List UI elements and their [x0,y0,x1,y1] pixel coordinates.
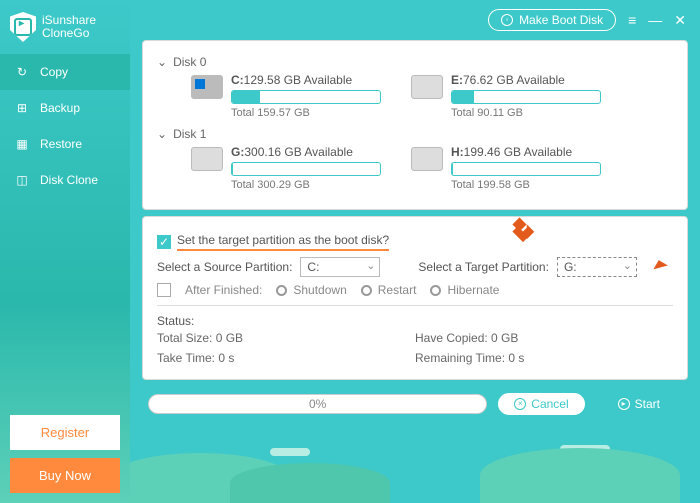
sidebar: iSunshare CloneGo ↻ Copy ⊞ Backup ▦ Rest… [0,0,130,503]
title-bar: ◦ Make Boot Disk ≡ — ✕ [130,0,700,40]
radio-hibernate[interactable]: Hibernate [430,283,499,297]
drive-icon [411,147,443,171]
close-icon[interactable]: ✕ [674,12,686,29]
make-boot-disk-button[interactable]: ◦ Make Boot Disk [488,9,616,31]
drive-icon [411,75,443,99]
radio-shutdown[interactable]: Shutdown [276,283,346,297]
partition-g[interactable]: G:300.16 GB Available Total 300.29 GB [191,145,381,191]
total-size: Total Size: 0 GB [157,328,415,348]
scenery [130,443,700,503]
nav-copy[interactable]: ↻ Copy [0,54,130,90]
disk0-header[interactable]: ⌄ Disk 0 [157,55,673,69]
nav-backup[interactable]: ⊞ Backup [0,90,130,126]
refresh-icon: ↻ [14,64,30,80]
source-label: Select a Source Partition: [157,260,292,274]
chevron-down-icon: ⌄ [157,127,167,141]
plus-box-icon: ⊞ [14,100,30,116]
status-label: Status: [157,314,673,328]
partition-h[interactable]: H:199.46 GB Available Total 199.58 GB [411,145,601,191]
nav-restore[interactable]: ▦ Restore [0,126,130,162]
after-finished-checkbox[interactable] [157,283,171,297]
restore-icon: ▦ [14,136,30,152]
chevron-down-icon: ⌄ [157,55,167,69]
nav-diskclone[interactable]: ◫ Disk Clone [0,162,130,198]
source-partition-select[interactable]: C: [300,257,380,277]
target-label: Select a Target Partition: [418,260,549,274]
menu-icon[interactable]: ≡ [628,12,636,28]
shield-icon [10,12,36,42]
config-panel: ✓ Set the target partition as the boot d… [142,216,688,380]
partition-c[interactable]: C:129.58 GB Available Total 159.57 GB [191,73,381,119]
after-finished-label: After Finished: [185,283,262,297]
os-drive-icon [191,75,223,99]
partition-e[interactable]: E:76.62 GB Available Total 90.11 GB [411,73,601,119]
set-boot-checkbox[interactable]: ✓ [157,235,171,249]
buy-button[interactable]: Buy Now [10,458,120,493]
annotation-arrow-icon [508,213,538,243]
radio-restart[interactable]: Restart [361,283,417,297]
x-circle-icon: × [514,398,526,410]
register-button[interactable]: Register [10,415,120,450]
minimize-icon[interactable]: — [648,12,662,28]
progress-bar: 0% [148,394,487,414]
cancel-button[interactable]: × Cancel [497,392,585,416]
play-circle-icon: ▸ [618,398,630,410]
set-boot-label: Set the target partition as the boot dis… [177,233,389,251]
logo: iSunshare CloneGo [0,0,130,54]
target-partition-select[interactable]: G: [557,257,637,277]
take-time: Take Time: 0 s [157,348,415,368]
bottom-bar: 0% × Cancel ▸ Start [130,386,700,426]
drive-icon [191,147,223,171]
remaining-time: Remaining Time: 0 s [415,348,673,368]
disc-icon: ◦ [501,14,513,26]
disk-list-panel: ⌄ Disk 0 C:129.58 GB Available Total 159… [142,40,688,210]
main-area: ◦ Make Boot Disk ≡ — ✕ ⌄ Disk 0 C:129.58… [130,0,700,503]
brand-text: iSunshare CloneGo [42,14,96,40]
start-button[interactable]: ▸ Start [596,393,682,415]
disk1-header[interactable]: ⌄ Disk 1 [157,127,673,141]
have-copied: Have Copied: 0 GB [415,328,673,348]
disk-icon: ◫ [14,172,30,188]
